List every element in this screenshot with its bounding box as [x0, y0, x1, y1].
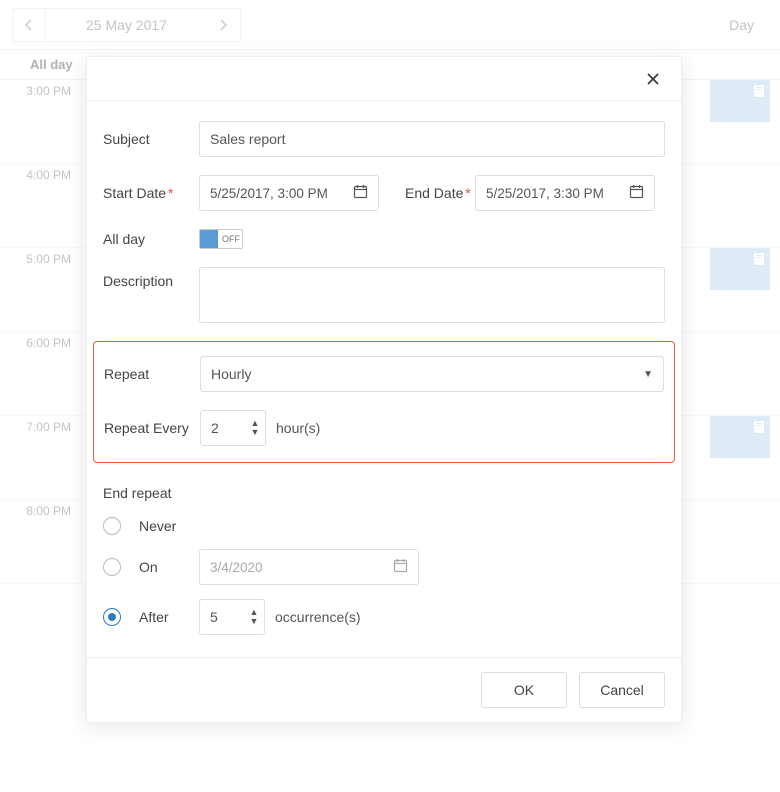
appointment-dialog: Subject Start Date* 5/25/2017, 3:00 PM E…	[86, 56, 682, 723]
calendar-icon	[629, 184, 644, 203]
end-date-label: End Date*	[405, 185, 475, 201]
calendar-icon	[353, 184, 368, 203]
cancel-button[interactable]: Cancel	[579, 672, 665, 708]
repeat-every-label: Repeat Every	[104, 420, 200, 436]
end-repeat-section: End repeat Never On 3/4/2020 After	[103, 485, 665, 635]
start-date-label: Start Date*	[103, 185, 199, 201]
event-block[interactable]	[710, 416, 770, 458]
repeat-select[interactable]: Hourly ▼	[200, 356, 664, 392]
slot-label: 6:00 PM	[0, 332, 82, 415]
end-repeat-after-label: After	[139, 609, 199, 625]
slot-label: 4:00 PM	[0, 164, 82, 247]
repeat-every-unit: hour(s)	[276, 420, 320, 436]
slot-label: 5:00 PM	[0, 248, 82, 331]
allday-label: All day	[103, 231, 199, 247]
end-repeat-on-value: 3/4/2020	[210, 560, 263, 575]
ok-button[interactable]: OK	[481, 672, 567, 708]
start-date-value: 5/25/2017, 3:00 PM	[210, 186, 328, 201]
end-date-value: 5/25/2017, 3:30 PM	[486, 186, 604, 201]
end-date-input[interactable]: 5/25/2017, 3:30 PM	[475, 175, 655, 211]
repeat-every-stepper[interactable]: 2 ▲ ▼	[200, 410, 266, 446]
close-icon[interactable]	[641, 67, 665, 91]
toggle-off-text: OFF	[222, 234, 240, 244]
allday-toggle[interactable]: OFF	[199, 229, 243, 249]
end-repeat-after-radio[interactable]	[103, 608, 121, 626]
next-day-button[interactable]	[207, 8, 241, 42]
event-block[interactable]	[710, 248, 770, 290]
end-repeat-never-label: Never	[139, 518, 199, 534]
description-label: Description	[103, 267, 199, 289]
repeat-section-highlight: Repeat Hourly ▼ Repeat Every 2 ▲ ▼ hour(…	[93, 341, 675, 463]
description-input[interactable]	[199, 267, 665, 323]
end-repeat-on-label: On	[139, 559, 199, 575]
slot-label: 7:00 PM	[0, 416, 82, 499]
end-repeat-after-value: 5	[200, 609, 244, 625]
end-repeat-label: End repeat	[103, 485, 665, 501]
end-repeat-never-radio[interactable]	[103, 517, 121, 535]
stepper-down-icon[interactable]: ▼	[250, 617, 259, 626]
slot-label: 3:00 PM	[0, 80, 82, 163]
calendar-icon	[393, 558, 408, 577]
end-repeat-on-radio[interactable]	[103, 558, 121, 576]
current-date-display[interactable]: 25 May 2017	[46, 8, 207, 42]
end-repeat-after-unit: occurrence(s)	[275, 609, 361, 625]
start-date-input[interactable]: 5/25/2017, 3:00 PM	[199, 175, 379, 211]
event-block[interactable]	[710, 80, 770, 122]
subject-input[interactable]	[199, 121, 665, 157]
stepper-down-icon[interactable]: ▼	[251, 428, 260, 437]
slot-label: 8:00 PM	[0, 500, 82, 583]
repeat-every-value: 2	[201, 420, 245, 436]
chevron-down-icon: ▼	[643, 369, 653, 380]
end-repeat-after-stepper[interactable]: 5 ▲ ▼	[199, 599, 265, 635]
end-repeat-on-date-input[interactable]: 3/4/2020	[199, 549, 419, 585]
repeat-value: Hourly	[211, 366, 251, 382]
repeat-label: Repeat	[104, 366, 200, 382]
view-switch-day[interactable]: Day	[715, 17, 768, 33]
subject-label: Subject	[103, 131, 199, 147]
prev-day-button[interactable]	[12, 8, 46, 42]
